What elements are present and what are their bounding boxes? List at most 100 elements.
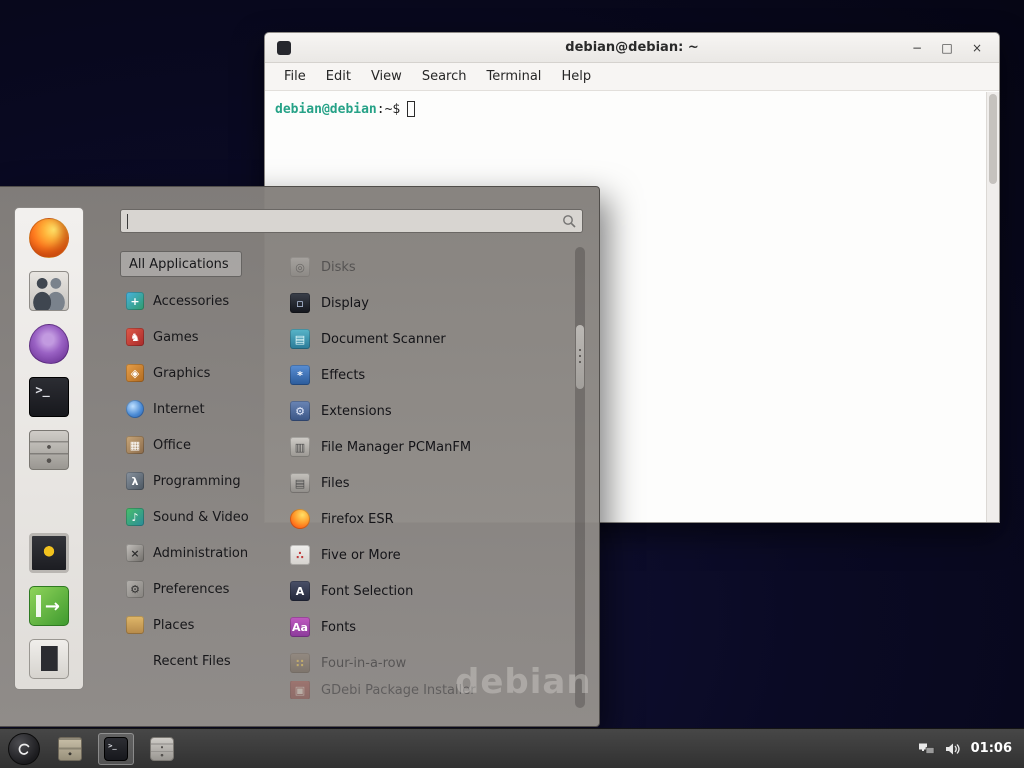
app-file-manager-pcmanfm[interactable]: ▥ File Manager PCManFM: [290, 429, 561, 465]
menu-view[interactable]: View: [362, 66, 411, 87]
application-label: Document Scanner: [321, 332, 446, 347]
display-icon: ▫: [290, 293, 310, 313]
terminal-launcher[interactable]: [29, 377, 69, 417]
category-sound-video[interactable]: ♪ Sound & Video: [120, 499, 268, 535]
system-tray: 01:06: [918, 741, 1016, 756]
maximize-button[interactable]: □: [939, 40, 955, 56]
application-label: Effects: [321, 368, 365, 383]
prompt-user-host: debian@debian: [275, 102, 377, 117]
category-programming[interactable]: λ Programming: [120, 463, 268, 499]
application-label: Extensions: [321, 404, 392, 419]
minimize-button[interactable]: −: [909, 40, 925, 56]
prompt-suffix: :~$: [377, 102, 400, 117]
category-administration[interactable]: × Administration: [120, 535, 268, 571]
terminal-scrollbar-thumb[interactable]: [989, 94, 997, 184]
category-graphics[interactable]: ◈ Graphics: [120, 355, 268, 391]
network-icon[interactable]: [918, 742, 935, 756]
app-files[interactable]: ▤ Files: [290, 465, 561, 501]
drawer-icon: [58, 737, 82, 761]
application-label: File Manager PCManFM: [321, 440, 471, 455]
applications-scrollbar[interactable]: [575, 247, 585, 708]
debian-swirl-icon: [14, 739, 34, 759]
category-all-applications[interactable]: All Applications: [120, 251, 242, 277]
menu-button[interactable]: [8, 733, 40, 765]
search-icon: [562, 214, 577, 229]
firefox-icon: [29, 218, 69, 258]
sound-and-video-icon: ♪: [126, 508, 144, 526]
screensaver-icon: [29, 533, 69, 573]
favorites-bar: [14, 207, 84, 690]
category-office[interactable]: ▦ Office: [120, 427, 268, 463]
clock: 01:06: [971, 741, 1012, 756]
programming-icon: λ: [126, 472, 144, 490]
effects-icon: *: [290, 365, 310, 385]
files-icon: ▤: [290, 473, 310, 493]
firefox-launcher[interactable]: [29, 218, 69, 258]
terminal-window-icon: [277, 41, 291, 55]
application-label: Disks: [321, 260, 356, 275]
screensaver-launcher[interactable]: [29, 533, 69, 573]
app-disks[interactable]: ◎ Disks: [290, 249, 561, 285]
app-document-scanner[interactable]: ▤ Document Scanner: [290, 321, 561, 357]
taskbar-terminal[interactable]: [98, 733, 134, 765]
gdebi-icon: ▣: [290, 681, 310, 699]
app-font-selection[interactable]: A Font Selection: [290, 573, 561, 609]
app-firefox-esr[interactable]: Firefox ESR: [290, 501, 561, 537]
extensions-icon: ⚙: [290, 401, 310, 421]
app-extensions[interactable]: ⚙ Extensions: [290, 393, 561, 429]
terminal-scrollbar[interactable]: [986, 92, 999, 522]
app-gdebi-package-installer[interactable]: ▣ GDebi Package Installer: [290, 681, 561, 699]
menu-help[interactable]: Help: [552, 66, 600, 87]
app-four-in-a-row[interactable]: ∷ Four-in-a-row: [290, 645, 561, 681]
logout-icon: [29, 586, 69, 626]
application-label: GDebi Package Installer: [321, 683, 476, 698]
category-label: Places: [153, 618, 194, 633]
app-display[interactable]: ▫ Display: [290, 285, 561, 321]
accessories-icon: +: [126, 292, 144, 310]
terminal-titlebar[interactable]: debian@debian: ~ − □ ×: [265, 33, 999, 63]
category-label: Preferences: [153, 582, 229, 597]
applications-list: ◎ Disks ▫ Display ▤ Document Scanner: [268, 245, 587, 716]
category-internet[interactable]: Internet: [120, 391, 268, 427]
terminal-menubar: File Edit View Search Terminal Help: [265, 63, 999, 91]
filecab-icon: [29, 430, 69, 470]
pidgin-launcher[interactable]: [29, 324, 69, 364]
file-manager-pcmanfm-icon: ▥: [290, 437, 310, 457]
category-label: Accessories: [153, 294, 229, 309]
document-scanner-icon: ▤: [290, 329, 310, 349]
users-launcher[interactable]: [29, 271, 69, 311]
category-label: All Applications: [129, 257, 229, 272]
taskbar-files[interactable]: [144, 733, 180, 765]
category-label: Games: [153, 330, 198, 345]
firefox-icon: [290, 509, 310, 529]
application-label: Firefox ESR: [321, 512, 394, 527]
lock-screen-button[interactable]: [29, 639, 69, 679]
terminal-icon: [104, 737, 128, 761]
administration-icon: ×: [126, 544, 144, 562]
search-input[interactable]: [121, 210, 582, 232]
taskbar-apps: [52, 733, 180, 765]
menu-edit[interactable]: Edit: [317, 66, 360, 87]
taskbar-file-manager[interactable]: [52, 733, 88, 765]
volume-icon[interactable]: [945, 742, 961, 756]
menu-file[interactable]: File: [275, 66, 315, 87]
close-button[interactable]: ×: [969, 40, 985, 56]
category-preferences[interactable]: ⚙ Preferences: [120, 571, 268, 607]
category-games[interactable]: ♞ Games: [120, 319, 268, 355]
category-accessories[interactable]: + Accessories: [120, 283, 268, 319]
app-five-or-more[interactable]: ∴ Five or More: [290, 537, 561, 573]
games-icon: ♞: [126, 328, 144, 346]
menu-search[interactable]: Search: [413, 66, 476, 87]
file-manager-launcher[interactable]: [29, 430, 69, 470]
category-recent-files[interactable]: Recent Files: [120, 643, 268, 679]
terminal-prompt: debian@debian:~$: [265, 92, 999, 126]
logout-button[interactable]: [29, 586, 69, 626]
categories-list: All Applications + Accessories ♞ Games: [100, 245, 268, 716]
category-label: Internet: [153, 402, 205, 417]
menu-terminal[interactable]: Terminal: [477, 66, 550, 87]
app-fonts[interactable]: Aa Fonts: [290, 609, 561, 645]
graphics-icon: ◈: [126, 364, 144, 382]
app-effects[interactable]: * Effects: [290, 357, 561, 393]
applications-scrollbar-thumb[interactable]: [576, 325, 584, 389]
category-places[interactable]: Places: [120, 607, 268, 643]
